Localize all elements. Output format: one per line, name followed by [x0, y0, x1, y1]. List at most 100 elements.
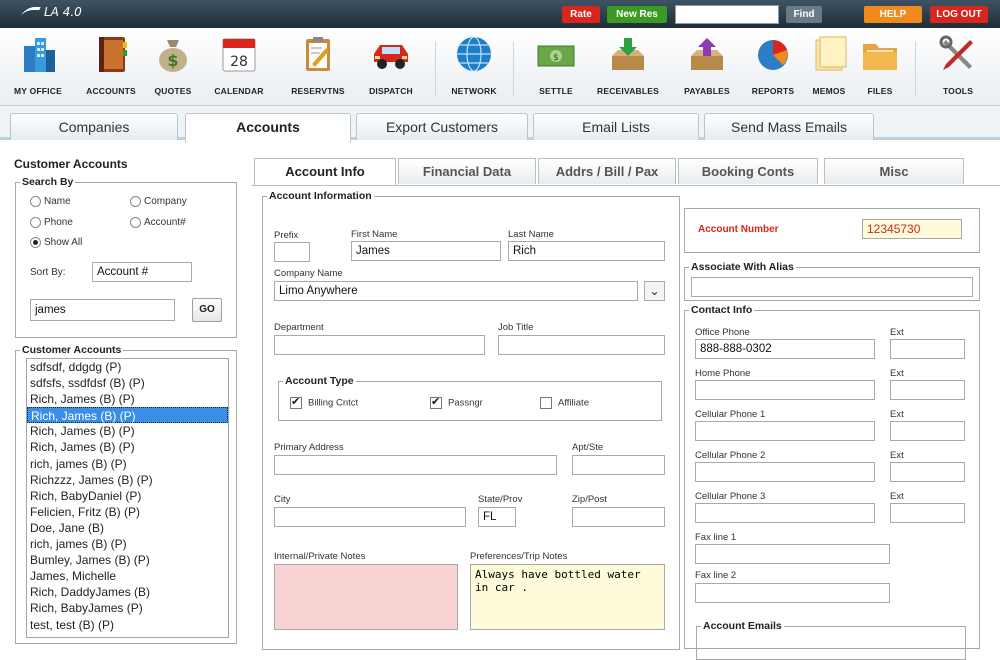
logout-button[interactable]: LOG OUT — [930, 6, 988, 23]
list-item[interactable]: rich, james (B) (P) — [27, 536, 228, 552]
ext-field[interactable] — [890, 503, 965, 523]
list-item[interactable]: Rich, James (B) (P) — [27, 407, 228, 424]
radio-show-all[interactable]: Show All — [30, 237, 82, 248]
ext-field[interactable] — [890, 462, 965, 482]
list-item[interactable]: Rich, James (B) (P) — [27, 391, 228, 407]
list-item[interactable]: James, Michelle — [27, 568, 228, 584]
toolbar-reservations[interactable]: RESERVTNS — [285, 34, 351, 96]
alias-field[interactable] — [691, 277, 973, 297]
tab-accounts[interactable]: Accounts — [185, 113, 351, 143]
list-item[interactable]: Doe, Jane (B) — [27, 520, 228, 536]
list-item[interactable]: Richzzz, James (B) (P) — [27, 472, 228, 488]
cellular-phone-3-field[interactable] — [695, 503, 875, 523]
svg-text:$: $ — [167, 51, 178, 70]
help-button[interactable]: HELP — [864, 6, 922, 23]
tab-misc[interactable]: Misc — [824, 158, 964, 184]
tab-companies[interactable]: Companies — [10, 113, 178, 140]
list-item[interactable]: Rich, James (B) (P) — [27, 439, 228, 455]
toolbar-quotes[interactable]: $ QUOTES — [140, 34, 206, 96]
first-name-label: First Name — [351, 229, 398, 240]
fax-line-1-field[interactable] — [695, 544, 890, 564]
chevron-down-icon[interactable]: ⌄ — [644, 281, 665, 301]
primary-address-field[interactable] — [274, 455, 557, 475]
list-item[interactable]: rich, james (B) (P) — [27, 456, 228, 472]
radio-account-number[interactable]: Account# — [130, 217, 186, 228]
billing-contact-checkbox[interactable]: Billing Cntct — [290, 395, 358, 409]
toolbar-accounts[interactable]: ACCOUNTS — [78, 34, 144, 96]
list-item[interactable]: sdfsfs, ssdfdsf (B) (P) — [27, 375, 228, 391]
tab-send-mass-emails[interactable]: Send Mass Emails — [704, 113, 874, 140]
last-name-field[interactable] — [508, 241, 665, 261]
affiliate-checkbox[interactable]: Affiliate — [540, 397, 589, 409]
account-number-label: Account Number — [698, 224, 779, 235]
fax-line-2-field[interactable] — [695, 583, 890, 603]
radio-name[interactable]: Name — [30, 196, 71, 207]
cellular-phone-1-label: Cellular Phone 1 — [695, 409, 766, 420]
ext-label: Ext — [890, 368, 904, 379]
rate-button[interactable]: Rate — [562, 6, 600, 23]
toolbar-network[interactable]: NETWORK — [441, 34, 507, 96]
svg-text:$: $ — [553, 53, 559, 63]
toolbar-settle[interactable]: $ SETTLE — [523, 34, 589, 96]
home-phone-field[interactable] — [695, 380, 875, 400]
list-item[interactable]: test, test (B) (P) — [27, 617, 228, 633]
list-item[interactable]: sdfsdf, ddgdg (P) — [27, 359, 228, 375]
list-item[interactable]: Rich, BabyJames (P) — [27, 600, 228, 616]
city-field[interactable] — [274, 507, 466, 527]
ext-field[interactable] — [890, 380, 965, 400]
alias-legend: Associate With Alias — [691, 261, 794, 273]
cellular-phone-1-field[interactable] — [695, 421, 875, 441]
customer-list-legend: Customer Accounts — [22, 344, 122, 356]
list-item[interactable]: Bumley, James (B) (P) — [27, 552, 228, 568]
zip-label: Zip/Post — [572, 494, 607, 505]
account-information-legend: Account Information — [269, 190, 372, 202]
top-bar: LA 4.0 Rate New Res Find HELP LOG OUT — [0, 0, 1000, 28]
toolbar-files[interactable]: FILES — [847, 34, 913, 96]
ext-field[interactable] — [890, 421, 965, 441]
list-item[interactable]: Rich, DaddyJames (B) — [27, 584, 228, 600]
customer-accounts-list[interactable]: sdfsdf, ddgdg (P) sdfsfs, ssdfdsf (B) (P)… — [26, 358, 229, 638]
toolbar-calendar[interactable]: 28 CALENDAR — [206, 34, 272, 96]
new-res-button[interactable]: New Res — [607, 6, 667, 23]
tab-booking-conts[interactable]: Booking Conts — [678, 158, 818, 184]
radio-company[interactable]: Company — [130, 196, 187, 207]
zip-field[interactable] — [572, 507, 665, 527]
sort-by-select[interactable] — [92, 262, 192, 282]
cellular-phone-2-field[interactable] — [695, 462, 875, 482]
passenger-checkbox[interactable]: Passngr — [430, 395, 483, 409]
list-item[interactable]: Felicien, Fritz (B) (P) — [27, 504, 228, 520]
office-phone-field[interactable] — [695, 339, 875, 359]
app-logo[interactable]: LA 4.0 — [19, 5, 82, 19]
toolbar-dispatch[interactable]: DISPATCH — [358, 34, 424, 96]
radio-phone[interactable]: Phone — [30, 217, 73, 228]
prefix-field[interactable] — [274, 242, 310, 262]
tab-email-lists[interactable]: Email Lists — [533, 113, 699, 140]
toolbar-my-office[interactable]: MY OFFICE — [5, 34, 71, 96]
last-name-label: Last Name — [508, 229, 554, 240]
list-item[interactable]: Rich, James (B) (P) — [27, 423, 228, 439]
state-field[interactable] — [478, 507, 516, 527]
toolbar-tools[interactable]: TOOLS — [925, 34, 991, 96]
job-title-field[interactable] — [498, 335, 665, 355]
department-field[interactable] — [274, 335, 485, 355]
apt-ste-field[interactable] — [572, 455, 665, 475]
top-search-input[interactable] — [675, 5, 779, 24]
account-search-input[interactable] — [30, 299, 175, 321]
tab-addrs-bill-pax[interactable]: Addrs / Bill / Pax — [538, 158, 676, 184]
tab-export-customers[interactable]: Export Customers — [356, 113, 528, 140]
ext-field[interactable] — [890, 339, 965, 359]
find-button[interactable]: Find — [786, 6, 822, 23]
preferences-field[interactable]: Always have bottled water in car . — [470, 564, 665, 630]
internal-notes-field[interactable] — [274, 564, 458, 630]
tab-account-info[interactable]: Account Info — [254, 158, 396, 186]
tab-financial-data[interactable]: Financial Data — [398, 158, 536, 184]
toolbar-receivables[interactable]: RECEIVABLES — [595, 34, 661, 96]
main-tabs: Companies Accounts Export Customers Emai… — [0, 106, 1000, 143]
company-name-field[interactable] — [274, 281, 638, 301]
go-button[interactable]: GO — [192, 298, 222, 322]
first-name-field[interactable] — [351, 241, 501, 261]
account-number-field[interactable] — [862, 219, 962, 239]
list-item[interactable]: Rich, BabyDaniel (P) — [27, 488, 228, 504]
folder-icon — [860, 34, 900, 74]
toolbar-payables[interactable]: PAYABLES — [674, 34, 740, 96]
